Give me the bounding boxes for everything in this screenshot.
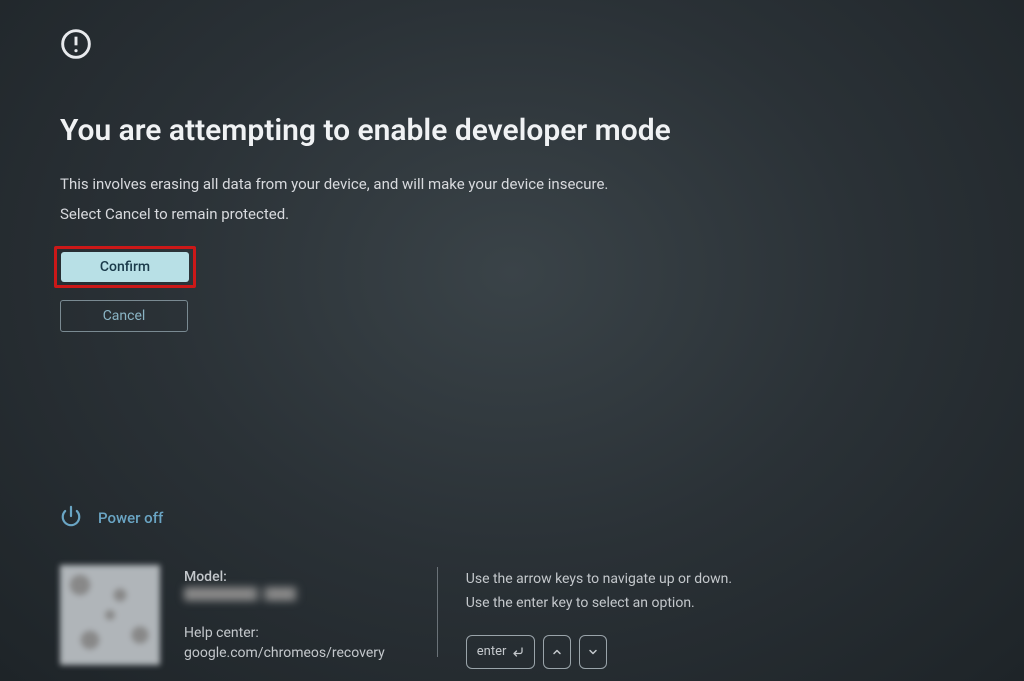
power-off-option[interactable]: Power off: [60, 505, 163, 531]
help-center-label: Help center:: [184, 623, 385, 643]
warning-line-2: Select Cancel to remain protected.: [60, 200, 608, 228]
warning-text: This involves erasing all data from your…: [60, 170, 608, 230]
model-label: Model:: [184, 569, 385, 585]
enter-icon: [512, 646, 524, 658]
power-icon: [60, 505, 82, 531]
instruction-line-2: Use the enter key to select an option.: [466, 591, 732, 615]
enter-key-label: enter: [477, 640, 507, 664]
confirm-button[interactable]: Confirm: [61, 252, 189, 282]
warning-line-1: This involves erasing all data from your…: [60, 170, 608, 198]
qr-code: [60, 565, 160, 665]
alert-icon: [60, 28, 92, 64]
enter-key-hint: enter: [466, 635, 536, 669]
chevron-up-icon: [551, 646, 563, 658]
help-center-url: google.com/chromeos/recovery: [184, 643, 385, 663]
cancel-button[interactable]: Cancel: [60, 300, 188, 332]
power-off-label: Power off: [98, 509, 163, 527]
footer-divider: [437, 567, 438, 657]
page-title: You are attempting to enable developer m…: [60, 113, 671, 148]
confirm-highlight: Confirm: [54, 246, 196, 288]
chevron-down-icon: [587, 646, 599, 658]
model-value: [184, 587, 324, 601]
up-key-hint: [543, 635, 571, 669]
instruction-line-1: Use the arrow keys to navigate up or dow…: [466, 567, 732, 591]
down-key-hint: [579, 635, 607, 669]
